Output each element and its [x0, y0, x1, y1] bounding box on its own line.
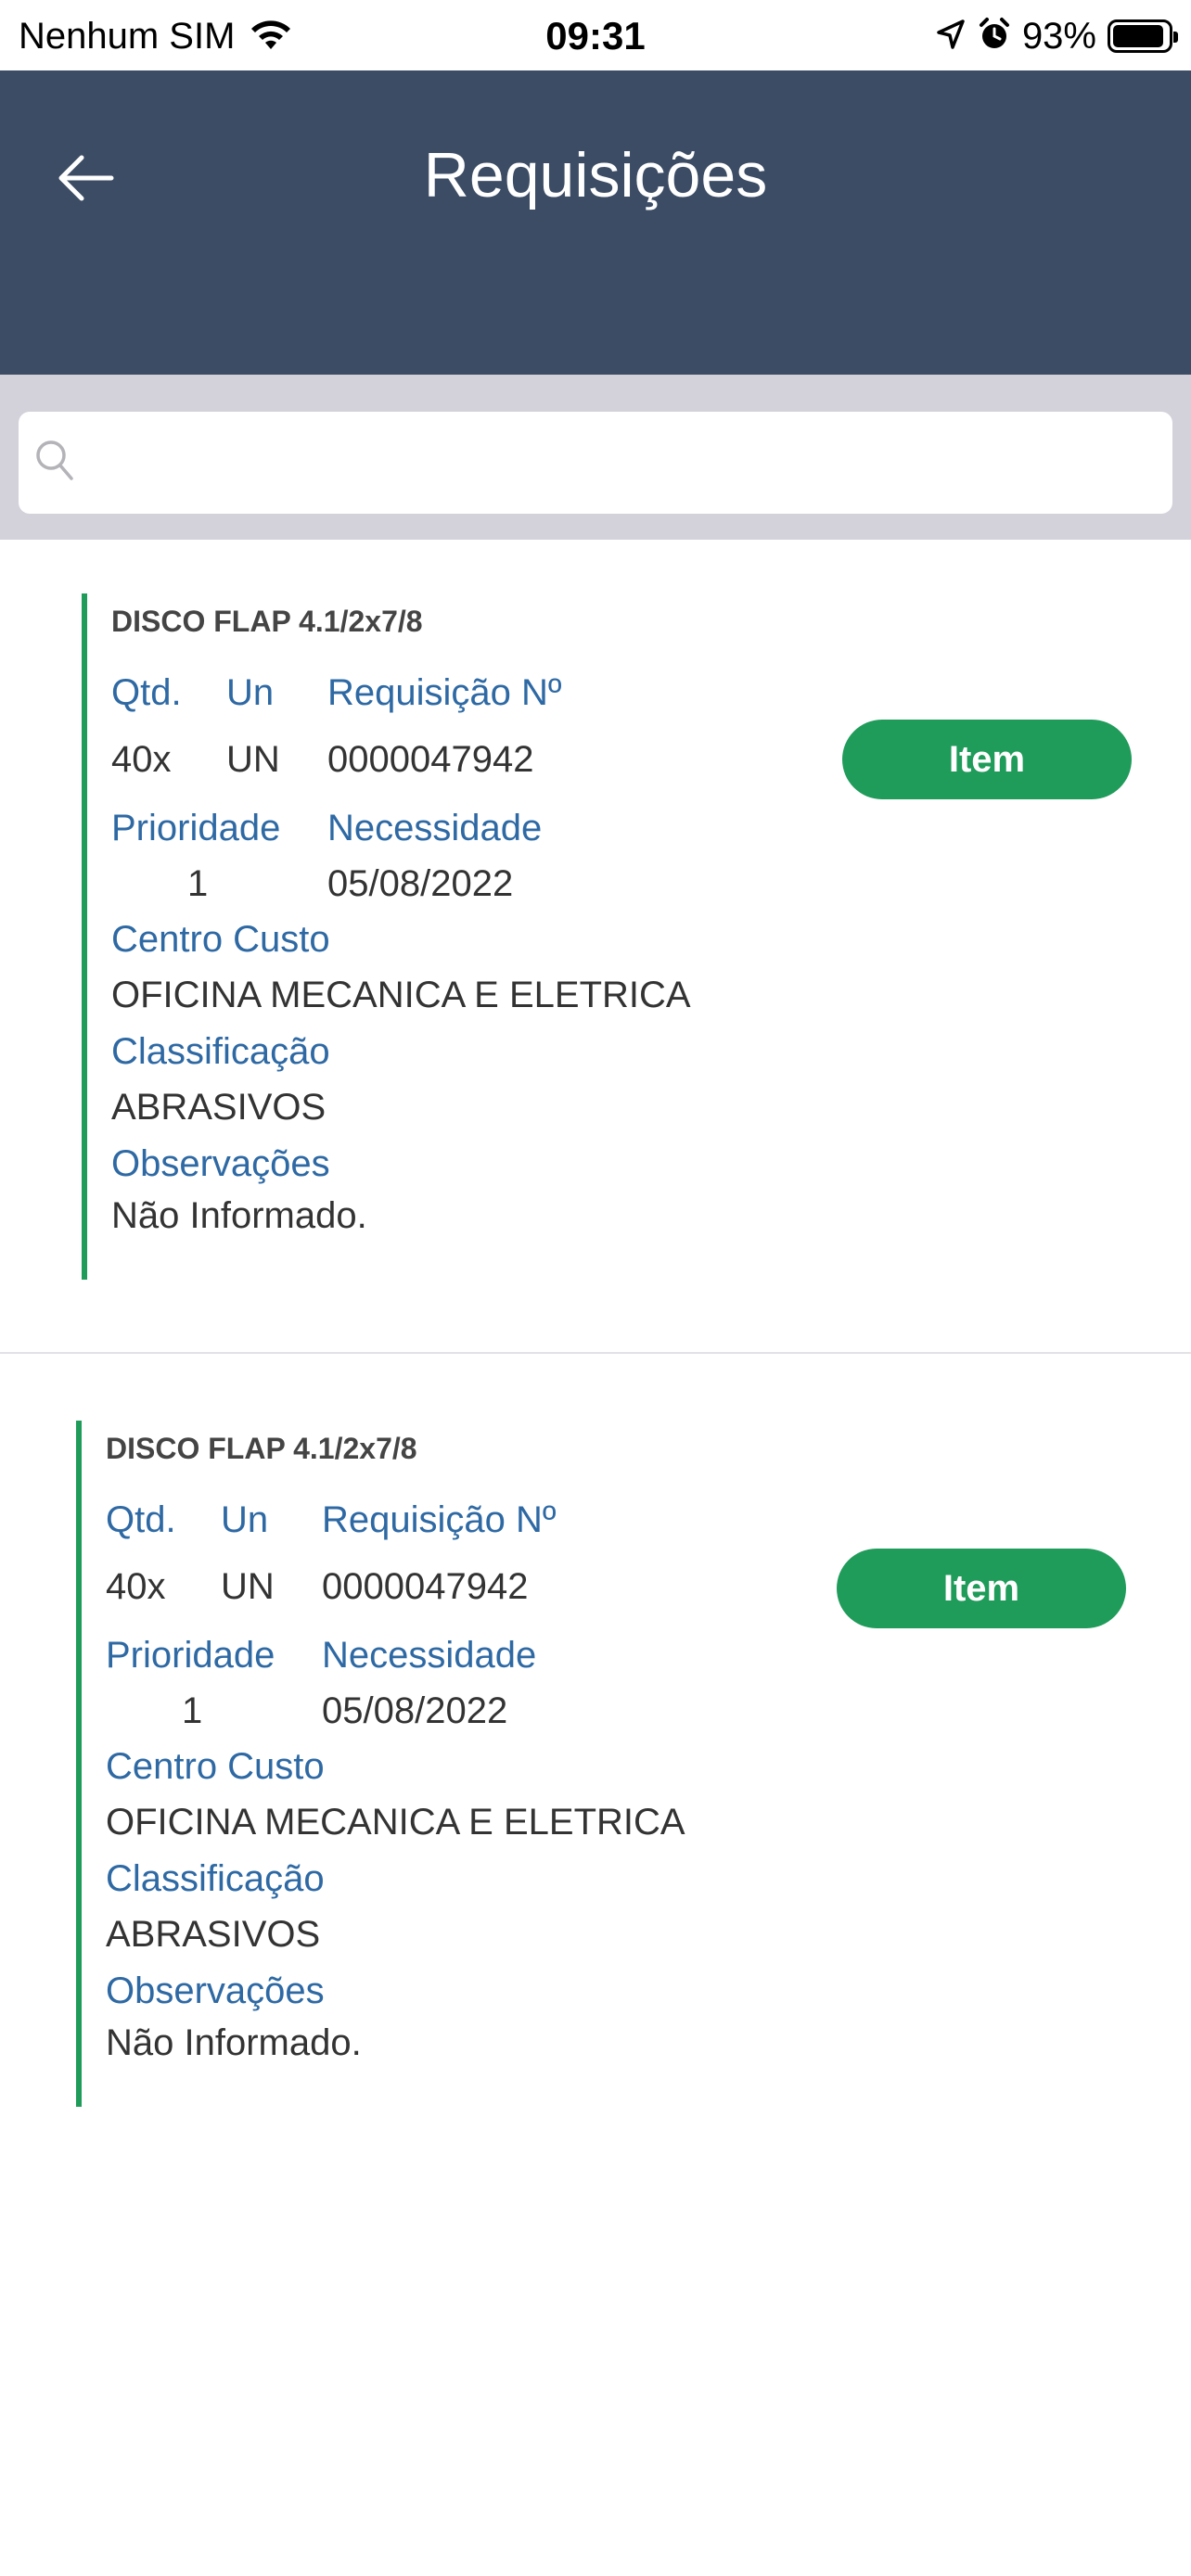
location-arrow-icon	[935, 18, 967, 56]
priority-label: Prioridade	[111, 808, 281, 848]
cost-center-value: OFICINA MECANICA E ELETRICA	[111, 975, 691, 1015]
qty-value: 40x	[111, 739, 172, 780]
requisition-number-value: 0000047942	[327, 739, 534, 780]
cost-center-label: Centro Custo	[106, 1746, 325, 1787]
need-date-value: 05/08/2022	[327, 863, 514, 904]
status-bar: Nenhum SIM 09:31 93%	[0, 0, 1191, 70]
status-right: 93%	[935, 13, 1178, 59]
qty-label: Qtd.	[111, 672, 182, 713]
classification-label: Classificação	[111, 1031, 330, 1072]
unit-value: UN	[221, 1566, 275, 1607]
card-accent-bar	[76, 1421, 82, 2107]
classification-label: Classificação	[106, 1858, 325, 1899]
need-date-value: 05/08/2022	[322, 1690, 508, 1731]
product-name: DISCO FLAP 4.1/2x7/8	[106, 1432, 417, 1465]
battery-percent: 93%	[1021, 15, 1096, 57]
search-icon	[33, 438, 76, 489]
requisition-number-label: Requisição Nº	[322, 1499, 557, 1540]
requisition-card: DISCO FLAP 4.1/2x7/8 Qtd. Un Requisição …	[0, 1367, 1191, 2181]
card-accent-bar	[82, 593, 87, 1280]
search-bar-container	[0, 375, 1191, 540]
observations-value: Não Informado.	[106, 2022, 362, 2063]
card-divider	[0, 1352, 1191, 1354]
classification-value: ABRASIVOS	[111, 1087, 327, 1128]
cost-center-value: OFICINA MECANICA E ELETRICA	[106, 1802, 685, 1843]
observations-value: Não Informado.	[111, 1195, 367, 1236]
item-button[interactable]: Item	[842, 720, 1132, 799]
search-input[interactable]	[76, 412, 1172, 514]
requisition-number-label: Requisição Nº	[327, 672, 562, 713]
priority-value: 1	[182, 1690, 203, 1731]
battery-level-fill	[1113, 25, 1163, 47]
item-button[interactable]: Item	[837, 1549, 1126, 1628]
requisition-card: DISCO FLAP 4.1/2x7/8 Qtd. Un Requisição …	[0, 540, 1191, 1354]
unit-label: Un	[226, 672, 275, 713]
search-box[interactable]	[19, 412, 1172, 514]
observations-label: Observações	[106, 1970, 325, 2011]
need-date-label: Necessidade	[322, 1635, 537, 1676]
battery-icon	[1108, 19, 1178, 53]
unit-value: UN	[226, 739, 280, 780]
observations-label: Observações	[111, 1143, 330, 1184]
product-name: DISCO FLAP 4.1/2x7/8	[111, 605, 423, 638]
app-header: Requisições	[0, 70, 1191, 375]
requisition-number-value: 0000047942	[322, 1566, 529, 1607]
classification-value: ABRASIVOS	[106, 1914, 321, 1955]
priority-value: 1	[187, 863, 209, 904]
qty-value: 40x	[106, 1566, 166, 1607]
cost-center-label: Centro Custo	[111, 919, 330, 960]
priority-label: Prioridade	[106, 1635, 275, 1676]
unit-label: Un	[221, 1499, 269, 1540]
qty-label: Qtd.	[106, 1499, 176, 1540]
need-date-label: Necessidade	[327, 808, 543, 848]
page-title: Requisições	[423, 140, 768, 210]
alarm-icon	[978, 17, 1011, 57]
